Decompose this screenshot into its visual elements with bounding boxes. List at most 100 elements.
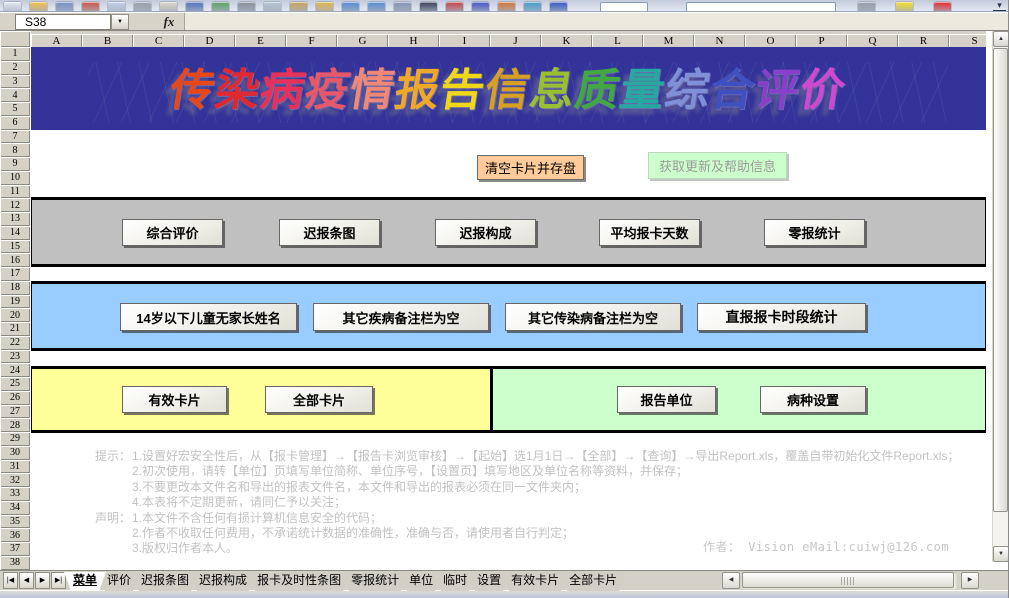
gray-row-button-0[interactable]: 综合评价 — [122, 219, 223, 246]
row-header-34[interactable]: 34 — [0, 501, 30, 515]
yellow-row-button-1[interactable]: 全部卡片 — [265, 386, 373, 413]
email-icon[interactable] — [108, 2, 125, 12]
row-header-31[interactable]: 31 — [0, 460, 30, 474]
autosum-icon[interactable] — [420, 2, 437, 12]
row-header-5[interactable]: 5 — [0, 102, 30, 116]
row-header-29[interactable]: 29 — [0, 432, 30, 446]
undo-icon[interactable] — [342, 2, 359, 12]
row-header-32[interactable]: 32 — [0, 473, 30, 487]
font-box[interactable] — [686, 2, 836, 12]
gray-row-button-2[interactable]: 迟报构成 — [435, 219, 536, 246]
spelling-icon[interactable] — [186, 2, 203, 12]
green-row-button-1[interactable]: 病种设置 — [760, 386, 866, 413]
row-header-3[interactable]: 3 — [0, 75, 30, 89]
gray-row-button-3[interactable]: 平均报卡天数 — [599, 219, 700, 246]
highlight-color-icon[interactable] — [896, 2, 913, 12]
vertical-scroll-thumb[interactable] — [993, 48, 1008, 512]
row-header-27[interactable]: 27 — [0, 405, 30, 419]
row-header-33[interactable]: 33 — [0, 487, 30, 501]
row-header-25[interactable]: 25 — [0, 377, 30, 391]
sheet-tab-9[interactable]: 有效卡片 — [502, 572, 568, 591]
column-header-E[interactable]: E — [235, 34, 286, 47]
column-header-O[interactable]: O — [745, 34, 796, 47]
redo-icon[interactable] — [368, 2, 385, 12]
name-box[interactable]: S38 — [15, 14, 111, 30]
row-header-30[interactable]: 30 — [0, 446, 30, 460]
format-painter-icon[interactable] — [316, 2, 333, 12]
column-header-H[interactable]: H — [388, 34, 439, 47]
scroll-right-icon[interactable]: ▶ — [961, 572, 979, 589]
row-header-37[interactable]: 37 — [0, 542, 30, 556]
row-header-8[interactable]: 8 — [0, 143, 30, 157]
column-header-G[interactable]: G — [337, 34, 388, 47]
copy-icon[interactable] — [264, 2, 281, 12]
row-header-22[interactable]: 22 — [0, 336, 30, 350]
yellow-row-button-0[interactable]: 有效卡片 — [122, 386, 227, 413]
row-header-38[interactable]: 38 — [0, 556, 30, 570]
row-header-10[interactable]: 10 — [0, 171, 30, 185]
row-header-2[interactable]: 2 — [0, 61, 30, 75]
row-header-17[interactable]: 17 — [0, 267, 30, 281]
toolbar-options-icon[interactable]: ▾ — [993, 0, 1006, 12]
blue-row-button-1[interactable]: 其它疾病备注栏为空 — [313, 303, 489, 331]
vertical-scrollbar[interactable]: ▲ ▼ — [992, 31, 1008, 562]
print-icon[interactable] — [134, 2, 151, 12]
row-header-9[interactable]: 9 — [0, 157, 30, 171]
save-icon[interactable] — [56, 2, 73, 12]
new-icon[interactable] — [4, 2, 21, 12]
row-header-24[interactable]: 24 — [0, 363, 30, 377]
drawing-icon[interactable] — [524, 2, 541, 12]
column-header-P[interactable]: P — [796, 34, 847, 47]
clear-cards-save-button[interactable]: 清空卡片并存盘 — [477, 155, 584, 180]
column-header-L[interactable]: L — [592, 34, 643, 47]
sort-descending-icon[interactable] — [472, 2, 489, 12]
insert-function-icon[interactable]: fx — [156, 14, 182, 30]
row-header-21[interactable]: 21 — [0, 322, 30, 336]
permission-icon[interactable] — [82, 2, 99, 12]
name-box-dropdown-icon[interactable]: ▼ — [111, 14, 129, 30]
sheet-tab-5[interactable]: 零报统计 — [342, 572, 408, 591]
sheet-tab-10[interactable]: 全部卡片 — [560, 572, 626, 591]
blue-row-button-3[interactable]: 直报报卡时段统计 — [697, 303, 866, 331]
column-header-R[interactable]: R — [898, 34, 949, 47]
row-header-18[interactable]: 18 — [0, 281, 30, 295]
row-header-6[interactable]: 6 — [0, 116, 30, 130]
horizontal-scroll-track[interactable] — [741, 572, 957, 589]
scroll-up-icon[interactable]: ▲ — [993, 31, 1009, 47]
sheet-tab-0[interactable]: 菜单 — [64, 572, 106, 591]
column-header-I[interactable]: I — [439, 34, 490, 47]
row-header-1[interactable]: 1 — [0, 47, 30, 61]
cut-icon[interactable] — [238, 2, 255, 12]
next-sheet-icon[interactable]: ▶ — [35, 572, 50, 589]
borders-icon[interactable] — [858, 2, 875, 12]
scroll-down-icon[interactable]: ▼ — [993, 546, 1009, 562]
row-header-35[interactable]: 35 — [0, 515, 30, 529]
print-preview-icon[interactable] — [160, 2, 177, 12]
column-header-D[interactable]: D — [184, 34, 235, 47]
column-header-J[interactable]: J — [490, 34, 541, 47]
help-icon[interactable] — [550, 2, 567, 12]
column-header-F[interactable]: F — [286, 34, 337, 47]
hyperlink-icon[interactable] — [394, 2, 411, 12]
first-sheet-icon[interactable]: |◀ — [3, 572, 18, 589]
sheet-tab-2[interactable]: 迟报条图 — [132, 572, 198, 591]
zoom-box[interactable] — [600, 2, 648, 12]
sort-ascending-icon[interactable] — [446, 2, 463, 12]
column-header-N[interactable]: N — [694, 34, 745, 47]
row-header-14[interactable]: 14 — [0, 226, 30, 240]
row-header-7[interactable]: 7 — [0, 130, 30, 144]
column-header-B[interactable]: B — [82, 34, 133, 47]
row-header-19[interactable]: 19 — [0, 295, 30, 309]
gray-row-button-4[interactable]: 零报统计 — [764, 219, 865, 246]
scroll-left-icon[interactable]: ◀ — [722, 572, 740, 589]
row-header-11[interactable]: 11 — [0, 185, 30, 199]
open-icon[interactable] — [30, 2, 47, 12]
column-header-C[interactable]: C — [133, 34, 184, 47]
paste-icon[interactable] — [290, 2, 307, 12]
column-header-A[interactable]: A — [31, 34, 82, 47]
column-header-S[interactable]: S — [949, 34, 986, 47]
row-header-26[interactable]: 26 — [0, 391, 30, 405]
row-header-36[interactable]: 36 — [0, 528, 30, 542]
blue-row-button-2[interactable]: 其它传染病备注栏为空 — [505, 303, 681, 331]
column-header-M[interactable]: M — [643, 34, 694, 47]
